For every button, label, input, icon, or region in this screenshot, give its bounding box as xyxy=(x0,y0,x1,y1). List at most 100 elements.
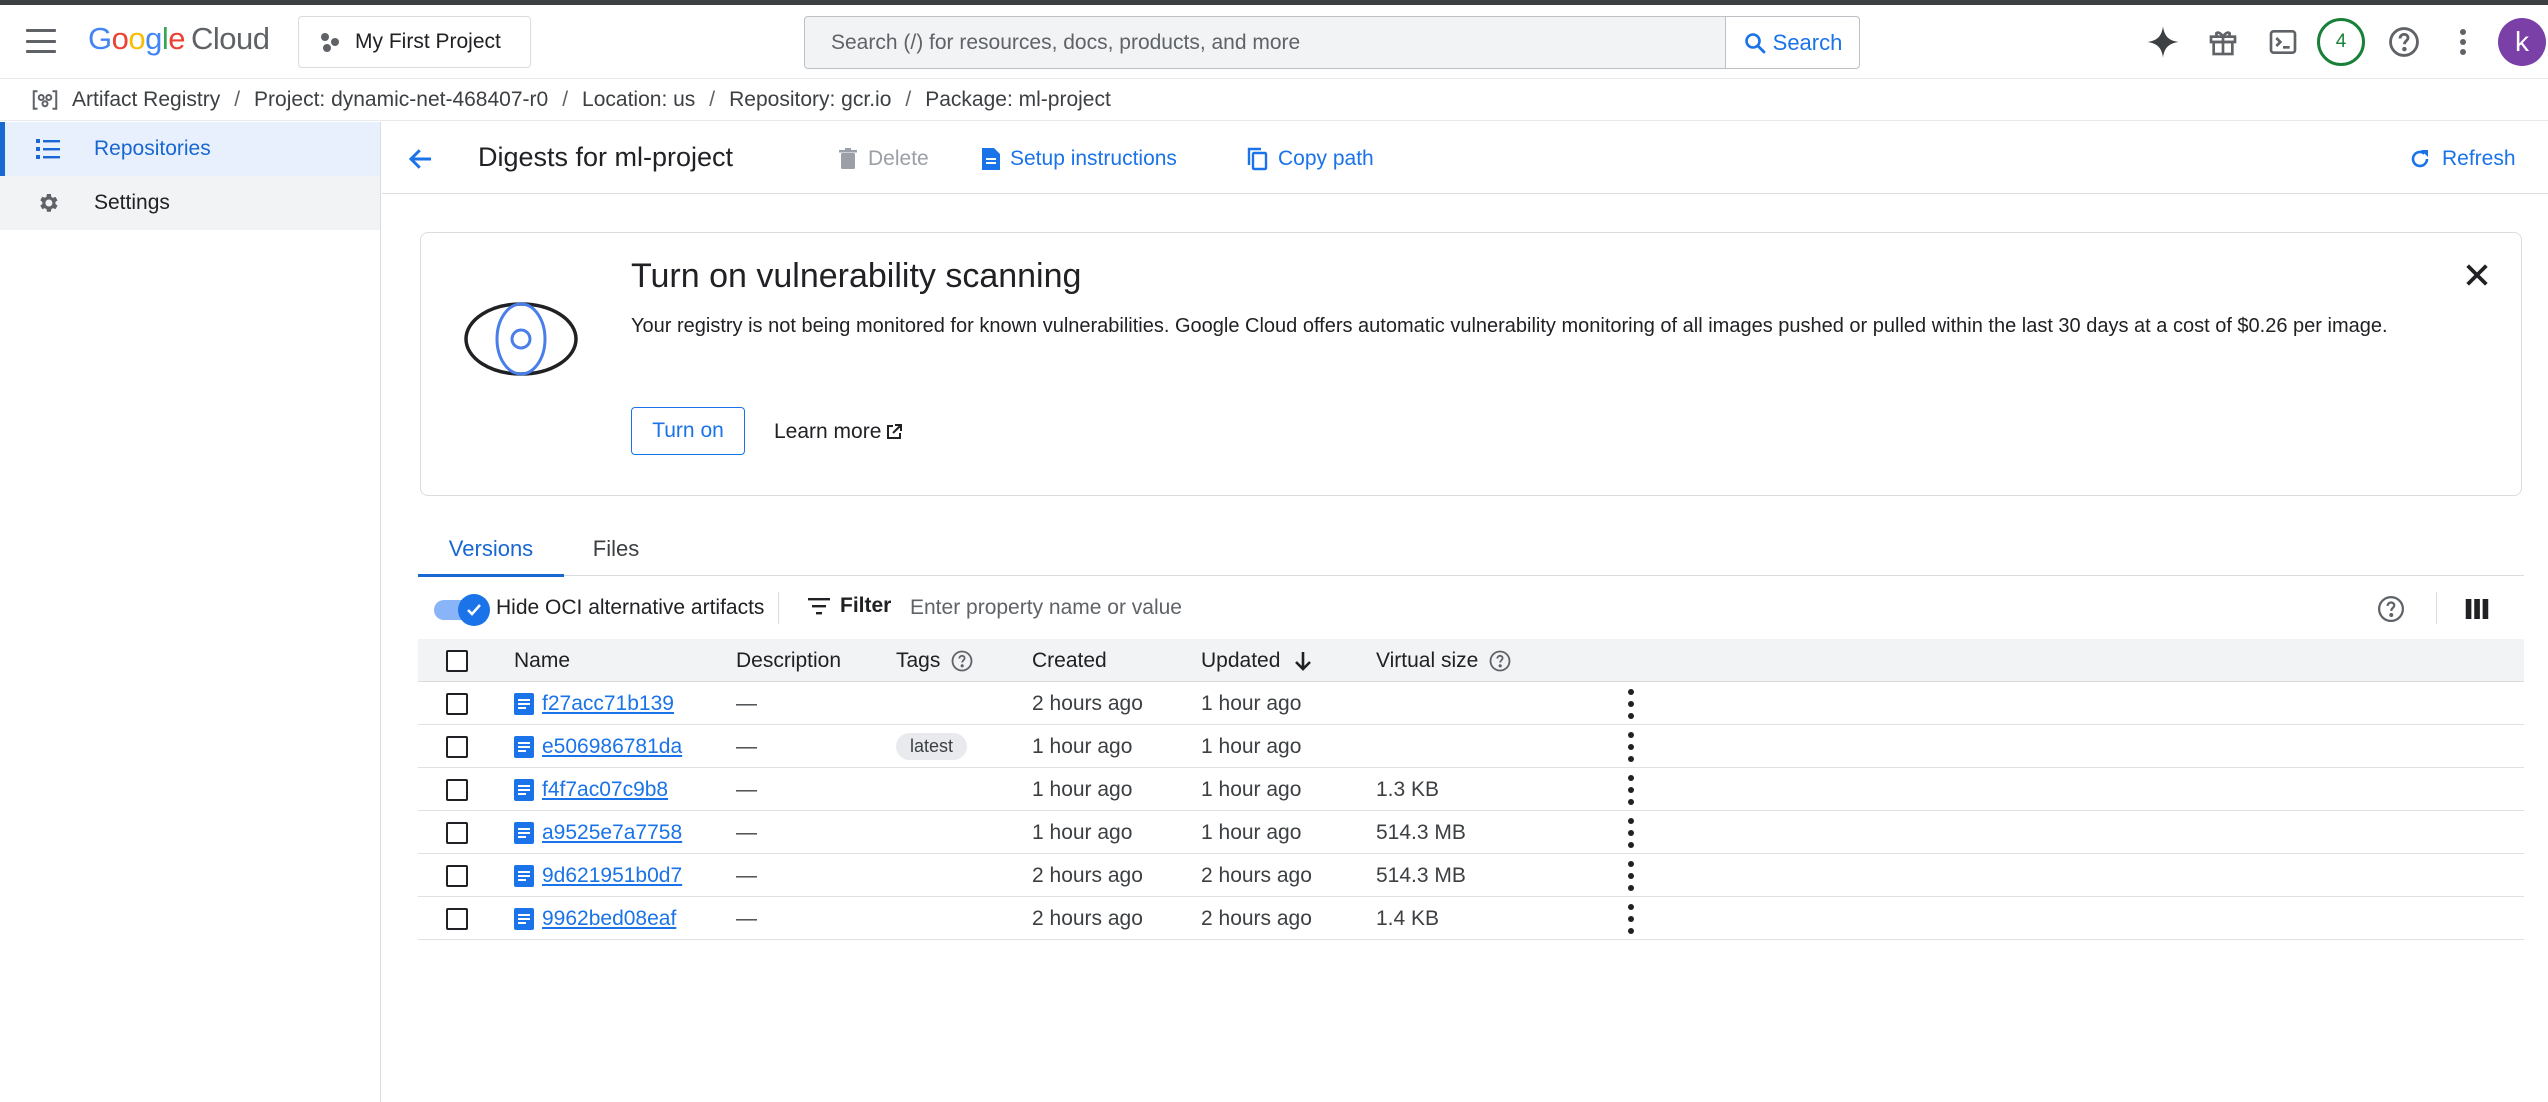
row-checkbox[interactable] xyxy=(446,735,468,758)
document-icon xyxy=(514,692,534,715)
tag-chip[interactable]: latest xyxy=(896,733,968,760)
virtual-size-cell: 1.4 KB xyxy=(1376,906,1440,930)
column-header-created[interactable]: Created xyxy=(1032,639,1107,682)
logo-google-text: Google xyxy=(88,21,186,56)
column-header-updated[interactable]: Updated xyxy=(1201,639,1314,682)
row-actions-cell xyxy=(1626,897,1636,940)
more-vert-icon[interactable] xyxy=(1626,731,1636,762)
back-arrow-icon[interactable] xyxy=(406,144,436,174)
digest-name-cell: a9525e7a7758 xyxy=(514,811,682,854)
filter-bar: Hide OCI alternative artifacts Filter xyxy=(418,582,2524,634)
external-link-icon xyxy=(887,424,903,439)
google-cloud-logo[interactable]: Google Cloud xyxy=(88,21,270,57)
column-header-tags[interactable]: Tags xyxy=(896,639,974,682)
project-selector-button[interactable]: My First Project xyxy=(298,16,531,68)
virtual-size-cell: 1.3 KB xyxy=(1376,777,1440,801)
cloud-shell-terminal-icon[interactable] xyxy=(2264,23,2302,61)
breadcrumb-location[interactable]: Location: us xyxy=(582,88,695,112)
digest-link[interactable]: f27acc71b139 xyxy=(514,692,674,716)
page-toolbar: Digests for ml-project Delete Setup inst… xyxy=(382,122,2548,194)
breadcrumb-separator: / xyxy=(905,87,912,111)
search-bar[interactable]: Search (/) for resources, docs, products… xyxy=(804,16,1860,69)
delete-button[interactable]: Delete xyxy=(838,144,929,174)
filter-input[interactable] xyxy=(908,590,2208,626)
tab-files[interactable]: Files xyxy=(564,522,668,576)
row-checkbox[interactable] xyxy=(446,692,468,715)
filter-button[interactable]: Filter xyxy=(808,594,891,618)
breadcrumb-repository[interactable]: Repository: gcr.io xyxy=(729,88,891,112)
table-row[interactable]: 9d621951b0d7 — 2 hours ago 2 hours ago 5… xyxy=(418,854,2524,897)
digest-link[interactable]: f4f7ac07c9b8 xyxy=(514,778,668,802)
column-header-updated-label: Updated xyxy=(1201,648,1281,672)
breadcrumb-artifact-registry[interactable]: Artifact Registry xyxy=(72,88,220,112)
row-checkbox-cell xyxy=(446,897,468,940)
search-icon xyxy=(1744,32,1766,53)
close-icon[interactable] xyxy=(2461,259,2493,291)
notifications-badge[interactable]: 4 xyxy=(2317,18,2365,66)
row-checkbox[interactable] xyxy=(446,907,468,930)
search-input[interactable]: Search (/) for resources, docs, products… xyxy=(805,31,1725,55)
hide-oci-toggle[interactable] xyxy=(434,594,490,626)
tags-cell: latest xyxy=(896,725,968,768)
row-checkbox[interactable] xyxy=(446,821,468,844)
digest-link[interactable]: a9525e7a7758 xyxy=(514,821,682,845)
updated-cell: 2 hours ago xyxy=(1201,906,1312,930)
table-row[interactable]: f4f7ac07c9b8 — 1 hour ago 1 hour ago 1.3… xyxy=(418,768,2524,811)
digest-link[interactable]: 9d621951b0d7 xyxy=(514,864,682,888)
updated-cell: 1 hour ago xyxy=(1201,820,1302,844)
digest-name-cell: f27acc71b139 xyxy=(514,682,674,725)
gemini-sparkle-icon[interactable] xyxy=(2144,23,2182,61)
table-row[interactable]: 9962bed08eaf — 2 hours ago 2 hours ago 1… xyxy=(418,897,2524,940)
tab-versions[interactable]: Versions xyxy=(418,522,564,577)
help-icon[interactable] xyxy=(2385,23,2423,61)
help-icon[interactable] xyxy=(2376,594,2406,624)
sidebar-item-label: Settings xyxy=(94,191,170,214)
column-header-description[interactable]: Description xyxy=(736,639,841,682)
digests-table: Name Description Tags Created Updated Vi… xyxy=(418,639,2524,940)
gift-icon[interactable] xyxy=(2204,23,2242,61)
document-icon xyxy=(514,778,534,801)
created-cell: 1 hour ago xyxy=(1032,777,1133,801)
help-icon[interactable] xyxy=(1488,649,1512,673)
more-vert-icon[interactable] xyxy=(1626,903,1636,934)
more-vert-icon[interactable] xyxy=(2444,23,2482,61)
breadcrumb-package[interactable]: Package: ml-project xyxy=(925,88,1111,112)
learn-more-link[interactable]: Learn more xyxy=(774,420,903,444)
setup-instructions-button[interactable]: Setup instructions xyxy=(982,144,1177,174)
sidebar-item-repositories[interactable]: Repositories xyxy=(0,122,380,176)
main-menu-icon[interactable] xyxy=(26,29,56,53)
account-avatar[interactable]: k xyxy=(2498,18,2546,66)
row-checkbox-cell xyxy=(446,682,468,725)
breadcrumb-project[interactable]: Project: dynamic-net-468407-r0 xyxy=(254,88,548,112)
table-row[interactable]: e506986781da — latest 1 hour ago 1 hour … xyxy=(418,725,2524,768)
search-button[interactable]: Search xyxy=(1725,17,1859,68)
breadcrumb-separator: / xyxy=(562,87,569,111)
checkmark-icon xyxy=(458,594,490,626)
select-all-checkbox-cell xyxy=(446,639,468,682)
description-cell: — xyxy=(736,906,757,930)
column-display-icon[interactable] xyxy=(2462,594,2492,624)
refresh-button[interactable]: Refresh xyxy=(2408,144,2516,174)
more-vert-icon[interactable] xyxy=(1626,774,1636,805)
select-all-checkbox[interactable] xyxy=(446,649,468,672)
more-vert-icon[interactable] xyxy=(1626,860,1636,891)
setup-instructions-label: Setup instructions xyxy=(1010,147,1177,170)
digest-link[interactable]: 9962bed08eaf xyxy=(514,907,676,931)
turn-on-button[interactable]: Turn on xyxy=(631,407,745,455)
description-cell: — xyxy=(736,777,757,801)
row-checkbox[interactable] xyxy=(446,778,468,801)
more-vert-icon[interactable] xyxy=(1626,817,1636,848)
column-header-name[interactable]: Name xyxy=(514,639,570,682)
sidebar-item-settings[interactable]: Settings xyxy=(0,176,380,230)
row-checkbox[interactable] xyxy=(446,864,468,887)
more-vert-icon[interactable] xyxy=(1626,688,1636,719)
help-icon[interactable] xyxy=(950,649,974,673)
table-row[interactable]: f27acc71b139 — 2 hours ago 1 hour ago xyxy=(418,682,2524,725)
digest-link[interactable]: e506986781da xyxy=(514,735,682,759)
column-header-virtual-size[interactable]: Virtual size xyxy=(1376,639,1512,682)
copy-path-button[interactable]: Copy path xyxy=(1246,144,1374,174)
table-row[interactable]: a9525e7a7758 — 1 hour ago 1 hour ago 514… xyxy=(418,811,2524,854)
created-cell: 2 hours ago xyxy=(1032,691,1143,715)
row-checkbox-cell xyxy=(446,811,468,854)
hide-oci-label: Hide OCI alternative artifacts xyxy=(496,596,765,619)
